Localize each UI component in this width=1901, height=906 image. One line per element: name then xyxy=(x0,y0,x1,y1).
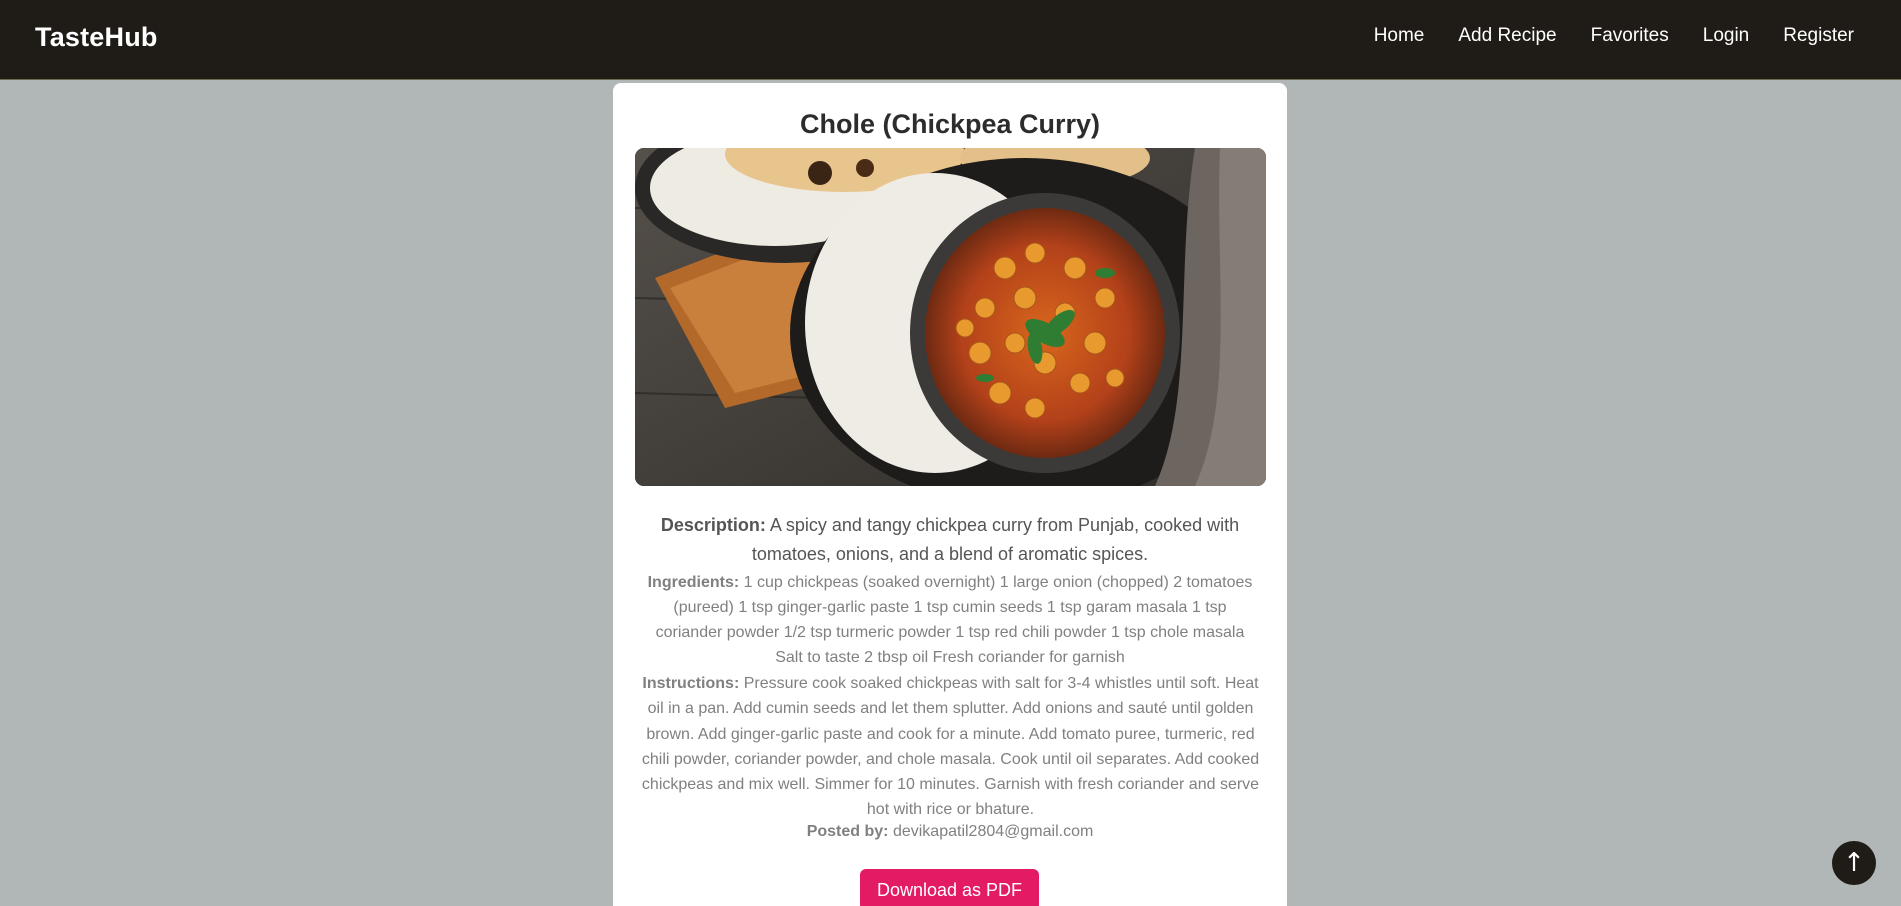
nav-register[interactable]: Register xyxy=(1783,24,1854,48)
arrow-up-icon: ↑ xyxy=(1843,848,1865,878)
recipe-title: Chole (Chickpea Curry) xyxy=(799,109,1101,139)
nav-home[interactable]: Home xyxy=(1374,24,1425,48)
nav-add-recipe[interactable]: Add Recipe xyxy=(1458,24,1556,48)
instructions-text: Pressure cook soaked chickpeas with salt… xyxy=(641,675,1260,819)
posted-by-email: devikapatil2804@gmail.com xyxy=(888,823,1094,840)
download-pdf-button[interactable]: Download as PDF xyxy=(860,869,1039,906)
recipe-instructions: Instructions: Pressure cook soaked chick… xyxy=(635,671,1266,823)
posted-by-label: Posted by: xyxy=(806,823,889,840)
recipe-ingredients: Ingredients: 1 cup chickpeas (soaked ove… xyxy=(641,570,1259,670)
posted-by: Posted by: devikapatil2804@gmail.com xyxy=(613,822,1287,842)
recipe-card: Chole (Chickpea Curry) Description: A sp… xyxy=(613,83,1287,906)
nav-links: Home Add Recipe Favorites Login Register xyxy=(1374,24,1854,48)
recipe-photo xyxy=(635,148,1266,486)
instructions-label: Instructions: xyxy=(642,675,740,692)
ingredients-label: Ingredients: xyxy=(647,574,740,591)
description-label: Description: xyxy=(660,515,766,535)
nav-favorites[interactable]: Favorites xyxy=(1591,24,1669,48)
ingredients-text: 1 cup chickpeas (soaked overnight) 1 lar… xyxy=(655,574,1253,666)
brand-logo[interactable]: TasteHub xyxy=(35,22,158,53)
scroll-to-top-button[interactable]: ↑ xyxy=(1832,841,1876,885)
nav-login[interactable]: Login xyxy=(1703,24,1750,48)
description-text: A spicy and tangy chickpea curry from Pu… xyxy=(751,515,1240,564)
recipe-description: Description: A spicy and tangy chickpea … xyxy=(653,511,1247,569)
top-navbar: TasteHub Home Add Recipe Favorites Login… xyxy=(0,0,1901,80)
